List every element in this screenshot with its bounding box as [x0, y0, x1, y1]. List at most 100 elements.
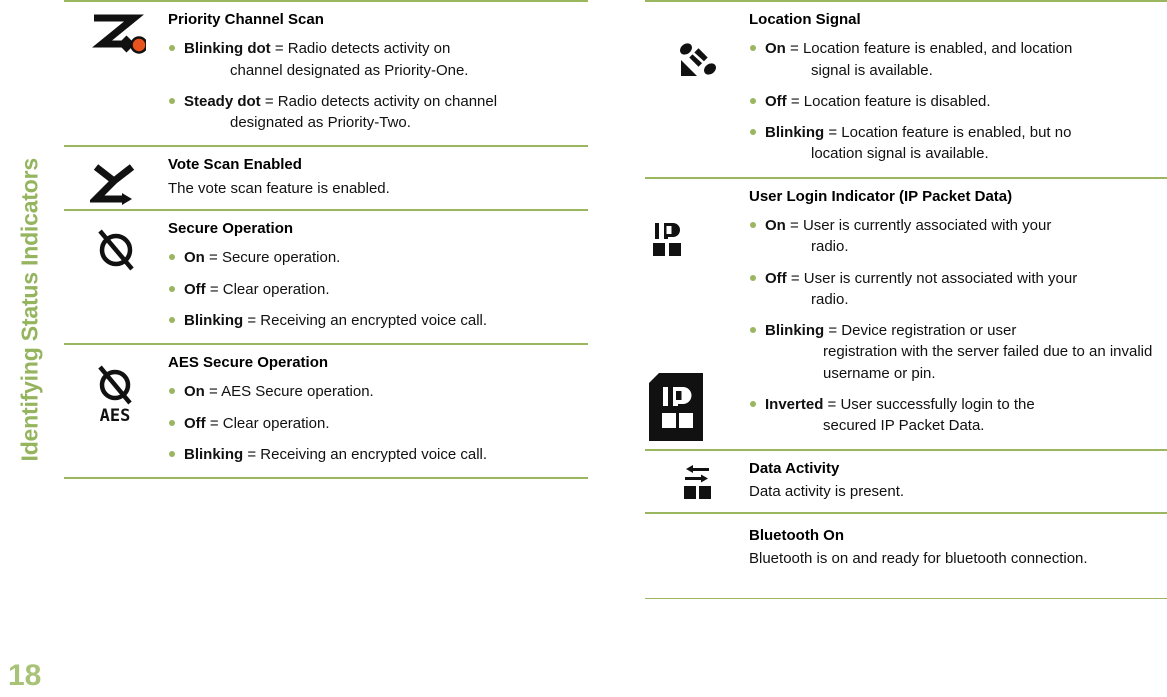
text-cell: Secure Operation On = Secure operation. …	[168, 211, 588, 343]
priority-channel-scan-icon	[92, 14, 146, 54]
bullet-dot	[750, 327, 756, 334]
entry-title: Secure Operation	[168, 219, 294, 237]
bullet-text: = AES Secure operation.	[204, 383, 374, 401]
bullet-dot	[169, 285, 175, 292]
bullet-list: On = User is currently associated with y…	[749, 215, 1167, 437]
vote-scan-icon	[90, 164, 135, 206]
bullet-label: Steady dot	[184, 92, 261, 110]
entry-title: Location Signal	[749, 11, 861, 28]
text-cell: AES Secure Operation On = AES Secure ope…	[168, 345, 588, 477]
bullet-continuation: radio.	[811, 290, 849, 308]
bullet-dot	[169, 316, 175, 323]
icon-cell	[645, 451, 749, 507]
bullet-text: = Device registration or user	[824, 322, 1017, 340]
table-row: Location Signal On = Location feature is…	[645, 2, 1167, 177]
bullet-continuation: radio.	[811, 238, 849, 256]
bullet-label: Inverted	[765, 396, 824, 414]
bullet-text: = Secure operation.	[204, 249, 341, 267]
bullet-text: = Receiving an encrypted voice call.	[243, 445, 488, 463]
bullet-label: Off	[184, 414, 206, 432]
text-cell: Bluetooth On Bluetooth is on and ready f…	[749, 514, 1167, 598]
sidebar: Identifying Status Indicators 18	[0, 0, 60, 697]
entry-description: Data activity is present.	[749, 482, 905, 500]
bullet-label: On	[184, 383, 205, 401]
bullet-label: Off	[184, 280, 206, 298]
bullet-label: Blinking dot	[184, 40, 271, 58]
svg-text:AES: AES	[100, 406, 131, 423]
bullet-dot	[750, 97, 756, 104]
bullet-label: Blinking	[765, 124, 825, 142]
entry-title: Priority Channel Scan	[168, 11, 324, 28]
table-row: User Login Indicator (IP Packet Data) On…	[645, 179, 1167, 449]
bullet-dot	[169, 450, 175, 457]
entry-title: User Login Indicator (IP Packet Data)	[749, 187, 1013, 205]
bullet-dot	[750, 401, 756, 408]
table-row: Secure Operation On = Secure operation. …	[64, 211, 588, 343]
bullet-label: Blinking	[184, 445, 244, 463]
table-row: Data Activity Data activity is present.	[645, 451, 1167, 513]
bullet-list: On = AES Secure operation. Off = Clear o…	[168, 381, 588, 465]
list-item: On = AES Secure operation.	[168, 381, 588, 402]
entry-title: Bluetooth On	[749, 527, 844, 545]
bullet-text: = Receiving an encrypted voice call.	[243, 311, 488, 329]
bullet-dot	[750, 129, 756, 136]
entry-title: AES Secure Operation	[168, 354, 329, 372]
bullet-dot	[169, 254, 175, 261]
entry-title: Vote Scan Enabled	[168, 156, 302, 174]
bullet-continuation: registration with the server failed due …	[823, 343, 1153, 382]
location-signal-satellite-icon	[680, 43, 716, 76]
bullet-dot	[750, 274, 756, 281]
text-cell: Vote Scan Enabled The vote scan feature …	[168, 147, 588, 209]
bullet-continuation: location signal is available.	[811, 145, 989, 163]
icon-cell	[64, 211, 168, 273]
list-item: Blinking = Receiving an encrypted voice …	[168, 444, 588, 465]
page-number: 18	[8, 659, 42, 692]
table-row: Priority Channel Scan Blinking dot = Rad…	[64, 2, 588, 145]
list-item: Blinking = Location feature is enabled, …	[749, 122, 1167, 165]
text-cell: Location Signal On = Location feature is…	[749, 2, 1167, 177]
icon-cell	[645, 2, 749, 84]
text-cell: Data Activity Data activity is present.	[749, 451, 1167, 513]
bluetooth-on-icon	[677, 524, 717, 568]
entry-description: Bluetooth is on and ready for bluetooth …	[749, 550, 1088, 568]
bullet-label: Blinking	[184, 311, 244, 329]
aes-secure-operation-icon: AES	[98, 365, 132, 423]
list-item: On = User is currently associated with y…	[749, 215, 1167, 258]
table-row: Bluetooth On Bluetooth is on and ready f…	[645, 514, 1167, 598]
bullet-dot	[750, 221, 756, 228]
list-item: Blinking = Receiving an encrypted voice …	[168, 310, 588, 331]
list-item: Steady dot = Radio detects activity on c…	[168, 91, 588, 134]
bullet-text: = Radio detects activity on	[270, 40, 451, 58]
bullet-continuation: secured IP Packet Data.	[823, 417, 985, 435]
list-item: Off = Location feature is disabled.	[749, 91, 1167, 112]
manual-page: Identifying Status Indicators 18 Priorit…	[0, 0, 1167, 697]
icon-cell	[64, 2, 168, 62]
entry-description: The vote scan feature is enabled.	[168, 179, 390, 197]
secure-operation-icon	[98, 229, 134, 271]
divider	[64, 477, 588, 480]
bullet-text: = Clear operation.	[205, 414, 330, 432]
bullet-continuation: channel designated as Priority-One.	[230, 61, 469, 79]
bullet-label: Blinking	[765, 322, 825, 340]
bullet-list: On = Secure operation. Off = Clear opera…	[168, 247, 588, 331]
bullet-text: = Location feature is disabled.	[786, 92, 991, 110]
list-item: Off = User is currently not associated w…	[749, 268, 1167, 311]
text-cell: Priority Channel Scan Blinking dot = Rad…	[168, 2, 588, 145]
bullet-dot	[750, 45, 756, 52]
bullet-label: Off	[765, 92, 787, 110]
icon-cell: AES	[64, 345, 168, 423]
bullet-continuation: designated as Priority-Two.	[230, 114, 411, 132]
bullet-text: = User is currently associated with your	[785, 216, 1052, 234]
bullet-text: = Radio detects activity on channel	[260, 92, 498, 110]
bullet-dot	[169, 419, 175, 426]
table-row: AES AES Secure Operation On = AES Secure…	[64, 345, 588, 477]
bullet-dot	[169, 388, 175, 395]
icon-cell	[645, 179, 749, 443]
bullet-continuation: signal is available.	[811, 61, 933, 79]
bullet-list: Blinking dot = Radio detects activity on…	[168, 38, 588, 133]
entry-title: Data Activity	[749, 459, 840, 477]
bullet-text: = Clear operation.	[205, 280, 330, 298]
divider	[645, 597, 1167, 599]
bullet-dot	[169, 45, 175, 52]
list-item: On = Secure operation.	[168, 247, 588, 268]
